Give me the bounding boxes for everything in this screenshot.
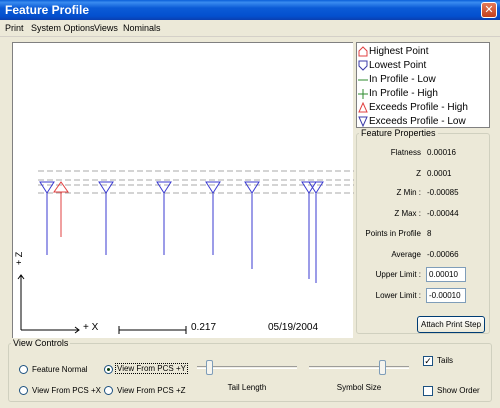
profile-point-highest [53, 181, 69, 237]
axis-indicator [17, 274, 187, 334]
check-icon: ✓ [424, 356, 432, 366]
view-pcs-z-label: View From PCS +Z [117, 386, 186, 395]
z-axis-label: + Z [14, 251, 24, 265]
tail-length-slider-thumb[interactable] [206, 360, 214, 375]
tail-length-label: Tail Length [227, 383, 267, 392]
view-controls-group: View Controls Feature Normal View From P… [8, 338, 492, 402]
attach-print-step-button[interactable]: Attach Print Step [417, 316, 485, 333]
show-order-checkbox[interactable] [423, 386, 433, 396]
legend-item-exceeds-low: Exceeds Profile - Low [357, 115, 491, 128]
upper-limit-input[interactable]: 0.00010 [426, 267, 466, 282]
feature-properties-title: Feature Properties [361, 128, 436, 138]
plus-icon [358, 89, 368, 99]
window-title: Feature Profile [5, 3, 90, 17]
average-label: Average [391, 250, 421, 259]
legend-label: Highest Point [369, 46, 429, 57]
tails-checkbox[interactable]: ✓ [423, 356, 433, 366]
z-max-label: Z Max : [394, 209, 421, 218]
show-order-label: Show Order [437, 386, 480, 395]
lower-limit-input[interactable]: -0.00010 [426, 288, 466, 303]
view-pcs-y-label: View From PCS +Y [115, 363, 188, 374]
feature-properties-group: Feature Properties Flatness Z Z Min : Z … [356, 128, 490, 334]
menu-bar: Print System Options Views Nominals [0, 20, 500, 37]
triangle-up-icon [358, 102, 368, 113]
symbol-size-slider-thumb[interactable] [378, 360, 386, 375]
radio-view-pcs-y[interactable] [104, 365, 113, 374]
profile-point [244, 181, 260, 269]
menu-print[interactable]: Print [5, 23, 24, 33]
legend-item-in-profile-low: In Profile - Low [357, 73, 491, 86]
radio-view-pcs-z[interactable] [104, 386, 113, 395]
z-value: 0.0001 [427, 169, 452, 178]
view-pcs-x-label: View From PCS +X [32, 386, 101, 395]
profile-point [205, 181, 221, 255]
close-button[interactable]: ✕ [481, 2, 497, 18]
points-in-profile-label: Points in Profile [365, 229, 421, 238]
z-label: Z [416, 169, 421, 178]
radio-view-pcs-x[interactable] [19, 386, 28, 395]
legend-item-in-profile-high: In Profile - High [357, 87, 491, 100]
tails-label: Tails [437, 356, 454, 365]
pentagon-up-icon [358, 46, 368, 57]
symbol-size-track[interactable] [309, 366, 409, 369]
profile-canvas[interactable]: + Z + X 0.217 05/19/2004 [12, 42, 354, 338]
date-label: 05/19/2004 [268, 322, 319, 333]
scale-value: 0.217 [191, 322, 217, 333]
z-min-value: -0.00085 [427, 188, 459, 197]
title-bar: Feature Profile ✕ [0, 0, 500, 20]
points-in-profile-value: 8 [427, 229, 432, 238]
average-value: -0.00066 [427, 250, 459, 259]
profile-point [301, 181, 317, 279]
legend-label: In Profile - Low [369, 74, 436, 85]
profile-point-lowest [308, 181, 324, 283]
menu-system-options[interactable]: System Options [31, 23, 95, 33]
legend-label: In Profile - High [369, 88, 438, 99]
legend-label: Exceeds Profile - High [369, 102, 468, 113]
flatness-label: Flatness [390, 148, 421, 157]
menu-nominals[interactable]: Nominals [123, 23, 161, 33]
z-max-value: -0.00044 [427, 209, 459, 218]
x-axis-label: + X [83, 322, 99, 333]
pentagon-down-icon [358, 60, 368, 71]
radio-feature-normal[interactable] [19, 365, 28, 374]
dash-icon [358, 79, 368, 81]
z-min-label: Z Min : [396, 188, 421, 197]
symbol-size-label: Symbol Size [336, 383, 382, 392]
lower-limit-label: Lower Limit : [375, 291, 421, 300]
triangle-down-icon [358, 116, 368, 127]
upper-limit-label: Upper Limit : [375, 270, 421, 279]
view-controls-title: View Controls [13, 338, 69, 348]
legend-item-exceeds-high: Exceeds Profile - High [357, 101, 491, 114]
legend-item-lowest: Lowest Point [357, 59, 491, 72]
flatness-value: 0.00016 [427, 148, 456, 157]
fp-labels: Flatness Z Z Min : Z Max : Points in Pro… [357, 148, 421, 318]
legend-label: Lowest Point [369, 60, 427, 71]
menu-views[interactable]: Views [94, 23, 118, 33]
legend: Highest Point Lowest Point In Profile - … [356, 42, 490, 128]
feature-normal-label: Feature Normal [32, 365, 88, 374]
profile-points [39, 181, 324, 283]
profile-plot [17, 170, 354, 334]
legend-item-highest: Highest Point [357, 45, 491, 58]
legend-label: Exceeds Profile - Low [369, 116, 466, 127]
